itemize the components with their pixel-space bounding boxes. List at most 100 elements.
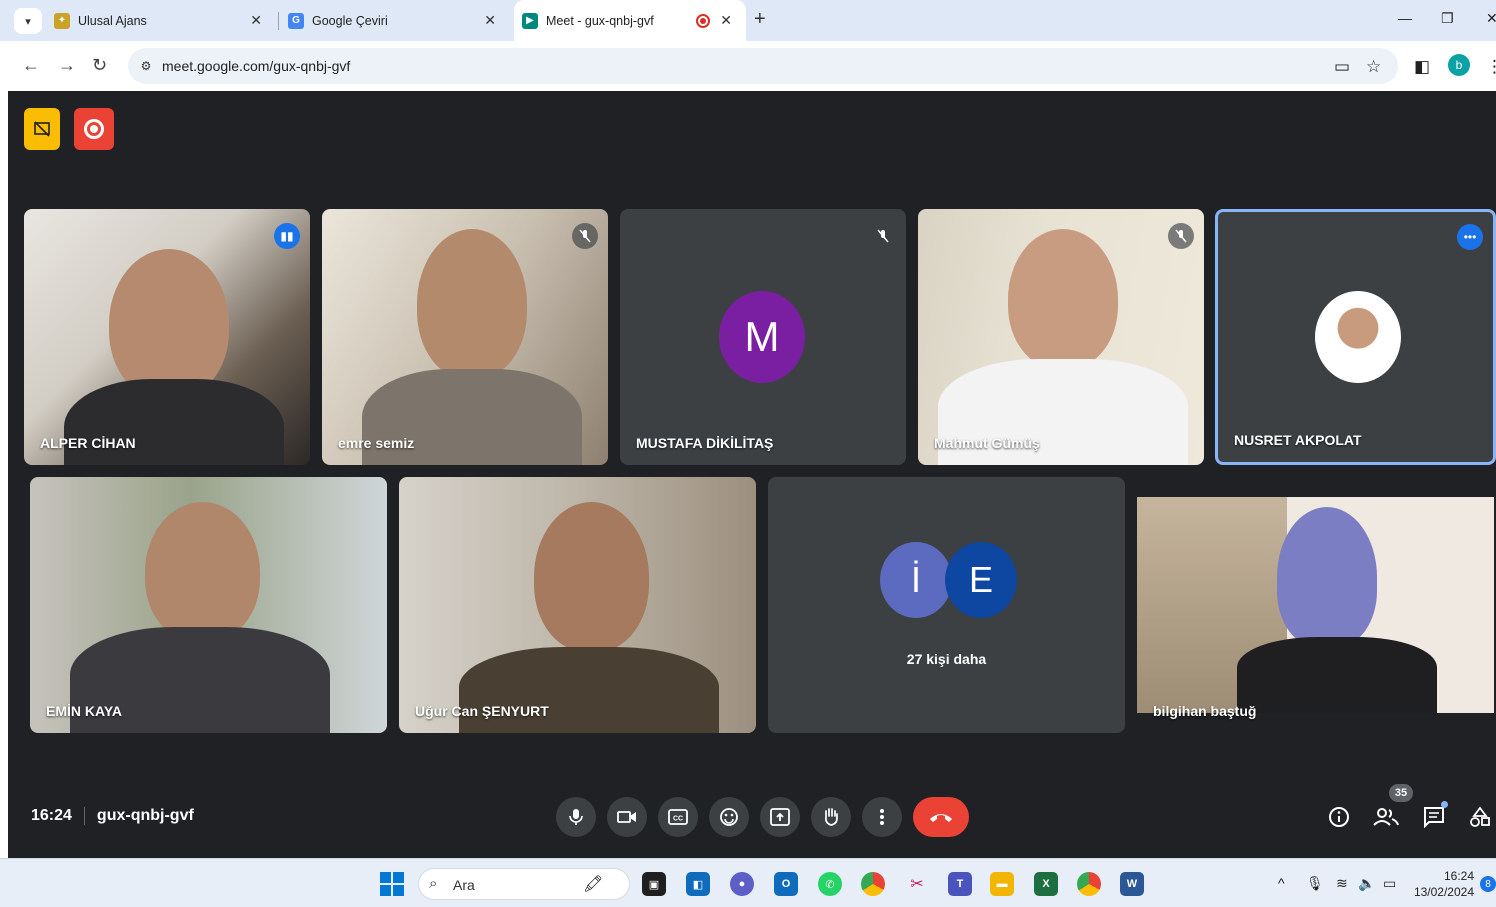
- participant-avatar: M: [719, 291, 805, 383]
- activities-shapes-icon: [1470, 806, 1490, 827]
- minimize-icon[interactable]: —: [1398, 10, 1412, 26]
- bookmark-star-icon[interactable]: ☆: [1366, 57, 1381, 77]
- word-icon[interactable]: W: [1120, 872, 1144, 896]
- profile-avatar[interactable]: b: [1448, 54, 1470, 76]
- more-participants-tile[interactable]: İ E 27 kişi daha: [768, 477, 1125, 733]
- leave-call-button[interactable]: [913, 797, 969, 837]
- participant-name: ALPER CİHAN: [40, 435, 136, 451]
- microphone-icon: [569, 809, 583, 825]
- tab-meet[interactable]: ▶ Meet - gux-qnbj-gvf ✕: [514, 0, 746, 41]
- present-button[interactable]: [760, 797, 800, 837]
- windows-taskbar: ⌕ Ara 🖍 ▣ ◧ ● O ✆ ✂ T ▬ X W ^ 🎙 ≋ 🔈 ▭ 16…: [0, 858, 1496, 907]
- whatsapp-icon[interactable]: ✆: [818, 872, 842, 896]
- microphone-tray-icon[interactable]: 🎙: [1306, 875, 1324, 892]
- volume-icon[interactable]: 🔈: [1358, 875, 1375, 892]
- recording-indicator-icon: [696, 13, 710, 28]
- unread-dot: [1441, 801, 1448, 808]
- close-icon[interactable]: ✕: [720, 12, 732, 29]
- taskbar-clock[interactable]: 16:24 13/02/2024: [1412, 868, 1474, 900]
- ulusal-ajans-favicon-icon: ✦: [54, 12, 70, 29]
- participant-video: [1277, 507, 1377, 647]
- activities-button[interactable]: [1466, 803, 1494, 831]
- meeting-info: 16:24 gux-qnbj-gvf: [31, 807, 194, 825]
- participant-name: Mahmut Gümüş: [934, 435, 1040, 451]
- mic-off-icon: [870, 223, 896, 249]
- microphone-button[interactable]: [556, 797, 596, 837]
- participant-video: [417, 229, 527, 379]
- reload-icon[interactable]: ↻: [92, 55, 107, 76]
- recording-badge[interactable]: [74, 108, 114, 150]
- mic-off-icon: [1168, 223, 1194, 249]
- back-icon[interactable]: ←: [22, 55, 40, 76]
- tab-ulusal-ajans[interactable]: ✦ Ulusal Ajans ✕: [54, 0, 276, 41]
- svg-text:CC: CC: [673, 816, 683, 823]
- search-icon: ⌕: [429, 875, 438, 892]
- excel-icon[interactable]: X: [1034, 872, 1058, 896]
- taskbar-date: 13/02/2024: [1413, 885, 1474, 899]
- forward-icon[interactable]: →: [58, 55, 76, 76]
- snipping-tool-icon[interactable]: ✂: [905, 872, 929, 896]
- window-close-icon[interactable]: ✕: [1486, 10, 1496, 27]
- participant-name: bilgihan baştuğ: [1153, 703, 1257, 719]
- meeting-details-button[interactable]: [1325, 803, 1353, 831]
- more-options-button[interactable]: [862, 797, 902, 837]
- info-icon: [1329, 807, 1349, 827]
- restore-icon[interactable]: ❐: [1441, 10, 1454, 27]
- notification-count-badge[interactable]: 8: [1480, 876, 1496, 892]
- more-avatar: İ: [880, 542, 952, 618]
- participant-tile-pinned[interactable]: ••• NUSRET AKPOLAT: [1215, 209, 1496, 465]
- file-explorer-icon[interactable]: ▬: [990, 872, 1014, 896]
- outlook-icon[interactable]: O: [774, 872, 798, 896]
- host-controls-badge[interactable]: [24, 108, 60, 150]
- tab-label: Ulusal Ajans: [78, 13, 147, 28]
- participant-tile[interactable]: Mahmut Gümüş: [918, 209, 1204, 465]
- participant-name: NUSRET AKPOLAT: [1234, 432, 1362, 448]
- participant-video-body: [64, 379, 284, 465]
- participant-tile[interactable]: EMİN KAYA: [30, 477, 387, 733]
- no-presentation-icon: [34, 121, 50, 137]
- site-settings-icon[interactable]: ⚙: [136, 56, 156, 76]
- close-icon[interactable]: ✕: [484, 12, 496, 29]
- emoji-icon: [720, 808, 738, 826]
- side-panel-icon[interactable]: ◧: [1414, 57, 1430, 77]
- wifi-icon[interactable]: ≋: [1336, 875, 1348, 892]
- chrome-profile-icon[interactable]: [1077, 872, 1101, 896]
- participant-video-body: [459, 647, 719, 733]
- address-bar[interactable]: ⚙ meet.google.com/gux-qnbj-gvf: [128, 48, 1398, 84]
- battery-icon[interactable]: ▭: [1383, 875, 1396, 892]
- windows-start-icon[interactable]: [380, 872, 404, 896]
- recording-icon: [84, 119, 104, 139]
- chat-button[interactable]: [1420, 801, 1448, 831]
- hand-icon: [825, 808, 838, 826]
- participant-tile[interactable]: M MUSTAFA DİKİLİTAŞ: [620, 209, 906, 465]
- menu-dots-icon[interactable]: ⋮: [1486, 57, 1496, 77]
- camera-in-use-icon[interactable]: ▭: [1334, 57, 1350, 77]
- camera-button[interactable]: [607, 797, 647, 837]
- more-options-icon[interactable]: •••: [1457, 224, 1483, 250]
- show-hidden-icons[interactable]: ^: [1278, 875, 1285, 891]
- reactions-button[interactable]: [709, 797, 749, 837]
- tab-google-ceviri[interactable]: G Google Çeviri ✕: [288, 0, 510, 41]
- teams-chat-icon[interactable]: ●: [730, 872, 754, 896]
- teams-icon[interactable]: T: [948, 872, 972, 896]
- task-view-icon[interactable]: ▣: [642, 872, 666, 896]
- speaking-indicator-icon: ▮▮: [274, 223, 300, 249]
- participant-tile[interactable]: Uğur Can ŞENYURT: [399, 477, 756, 733]
- taskbar-search[interactable]: ⌕ Ara 🖍: [418, 868, 630, 900]
- chrome-icon[interactable]: [861, 872, 885, 896]
- close-icon[interactable]: ✕: [250, 12, 262, 29]
- more-vert-icon: [880, 809, 884, 825]
- participant-tile[interactable]: ▮▮ ALPER CİHAN: [24, 209, 310, 465]
- people-button[interactable]: [1372, 803, 1400, 831]
- tab-label: Google Çeviri: [312, 13, 388, 28]
- captions-button[interactable]: CC: [658, 797, 698, 837]
- participant-tile[interactable]: emre semiz: [322, 209, 608, 465]
- participant-video: [1008, 229, 1118, 369]
- tab-search-button[interactable]: ▾: [14, 8, 42, 34]
- widgets-icon[interactable]: ◧: [686, 872, 710, 896]
- participant-tile[interactable]: bilgihan baştuğ: [1137, 477, 1494, 733]
- new-tab-button[interactable]: +: [754, 8, 766, 31]
- tab-label: Meet - gux-qnbj-gvf: [546, 13, 654, 28]
- raise-hand-button[interactable]: [811, 797, 851, 837]
- participant-video-body: [1237, 637, 1437, 713]
